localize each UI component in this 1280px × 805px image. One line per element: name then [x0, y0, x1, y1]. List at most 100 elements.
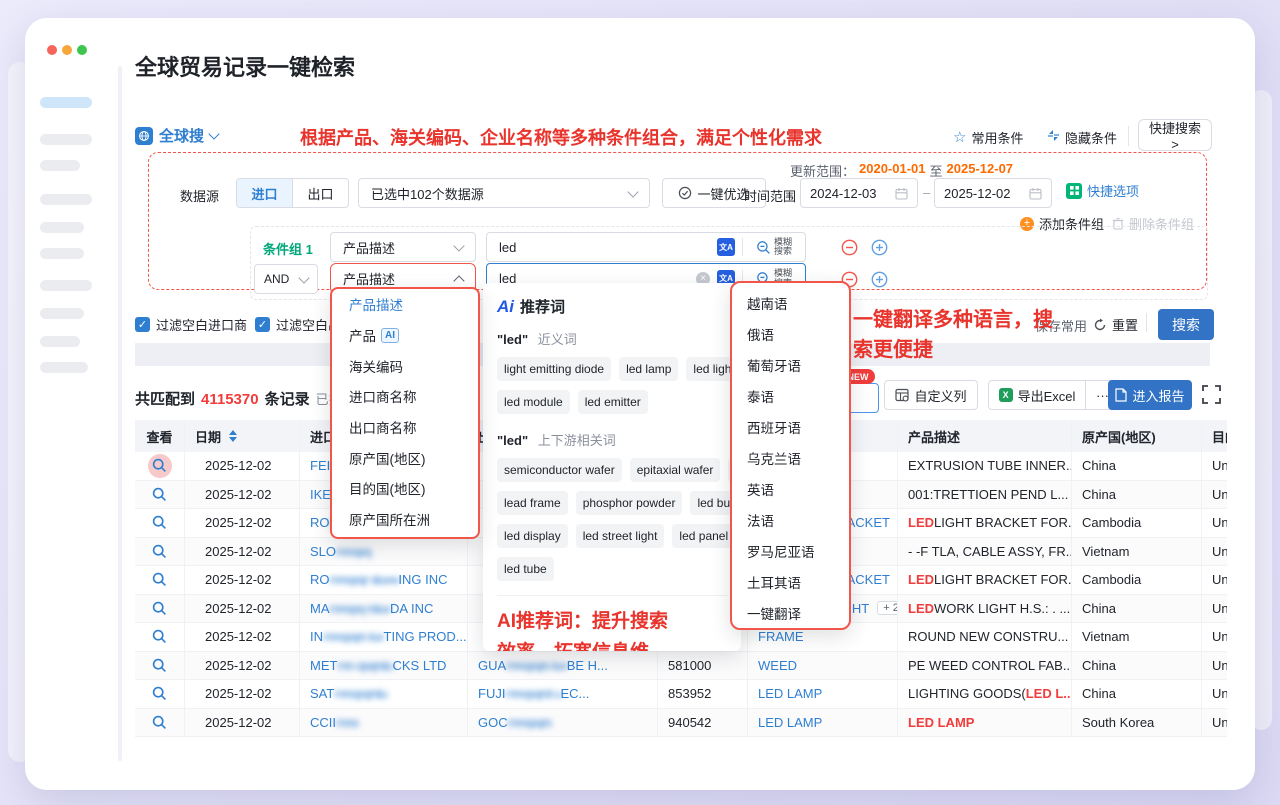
synonym-tag[interactable]: led lamp — [619, 357, 678, 381]
fullscreen-icon[interactable] — [1202, 385, 1221, 404]
related-tag[interactable]: semiconductor wafer — [497, 458, 622, 482]
hide-conditions-button[interactable]: 隐藏条件 — [1047, 128, 1117, 147]
keyword-link[interactable]: LED LAMP — [758, 686, 822, 701]
add-condition-icon[interactable] — [871, 271, 888, 288]
view-detail-icon[interactable] — [148, 625, 172, 649]
keyword-link[interactable]: WEED — [758, 658, 797, 673]
importer-link[interactable]: TING PROD... — [384, 629, 467, 644]
importer-link[interactable]: DA INC — [390, 601, 433, 616]
window-maximize-dot[interactable] — [77, 45, 87, 55]
related-tag[interactable]: led display — [497, 524, 568, 548]
exporter-link[interactable]: EC... — [561, 686, 590, 701]
importer-link[interactable]: RO — [310, 515, 330, 530]
sidebar-item-placeholder[interactable] — [40, 222, 84, 233]
reset-button[interactable]: 重置 — [1093, 315, 1138, 334]
language-menu-item-5[interactable]: 乌克兰语 — [732, 442, 849, 473]
remove-condition-icon[interactable] — [841, 239, 858, 256]
exporter-link[interactable]: GUA — [478, 658, 506, 673]
view-detail-icon[interactable] — [148, 653, 172, 677]
sidebar-item-placeholder[interactable] — [40, 194, 92, 205]
importer-link[interactable]: CCII — [310, 715, 336, 730]
field-menu-item-1[interactable]: 产品AI — [332, 320, 478, 351]
language-menu-item-10[interactable]: 一键翻译 — [732, 597, 849, 628]
importer-link[interactable]: CKS LTD — [393, 658, 447, 673]
related-tag[interactable]: led tube — [497, 557, 554, 581]
scope-selector[interactable]: 全球搜 — [135, 125, 218, 146]
import-tab[interactable]: 进口 — [237, 179, 292, 207]
importer-link[interactable]: RO — [310, 572, 330, 587]
keyword-link[interactable]: FRAME — [758, 629, 804, 644]
synonym-tag[interactable]: light emitting diode — [497, 357, 611, 381]
language-menu-item-1[interactable]: 俄语 — [732, 318, 849, 349]
date-from-input[interactable]: 2024-12-03 — [800, 178, 918, 208]
export-tab[interactable]: 出口 — [292, 179, 348, 207]
field-menu-item-2[interactable]: 海关编码 — [332, 350, 478, 381]
quick-options-button[interactable]: 快捷选项 — [1066, 181, 1139, 200]
fuzzy-search-toggle[interactable]: 模糊搜索 — [750, 238, 798, 257]
view-detail-icon[interactable] — [148, 568, 172, 592]
related-tag[interactable]: led street light — [576, 524, 665, 548]
view-detail-icon[interactable] — [148, 539, 172, 563]
filter-blank-importer-checkbox[interactable]: ✓ 过滤空白进口商 — [135, 315, 247, 334]
sidebar-item-placeholder[interactable] — [40, 280, 92, 291]
language-menu-item-9[interactable]: 土耳其语 — [732, 566, 849, 597]
sort-icon[interactable] — [229, 430, 237, 442]
sidebar-item-placeholder[interactable] — [40, 134, 92, 145]
view-detail-icon[interactable] — [148, 454, 172, 478]
datasource-select[interactable]: 已选中102个数据源 — [358, 178, 650, 208]
language-menu-item-4[interactable]: 西班牙语 — [732, 411, 849, 442]
sidebar-item-placeholder[interactable] — [40, 336, 80, 347]
keyword-input-1[interactable] — [499, 240, 710, 255]
field-menu-item-0[interactable]: 产品描述 — [332, 289, 478, 320]
translate-icon[interactable]: 文A — [717, 238, 735, 256]
view-detail-icon[interactable] — [148, 596, 172, 620]
sidebar-item-placeholder[interactable] — [40, 308, 84, 319]
sidebar-item-placeholder[interactable] — [40, 362, 88, 373]
importer-link[interactable]: ING INC — [398, 572, 447, 587]
window-minimize-dot[interactable] — [62, 45, 72, 55]
quick-search-button[interactable]: 快捷搜索 > — [1138, 119, 1212, 151]
window-close-dot[interactable] — [47, 45, 57, 55]
keyword-more-badge[interactable]: + 2 — [877, 601, 898, 615]
language-menu-item-3[interactable]: 泰语 — [732, 380, 849, 411]
view-detail-icon[interactable] — [148, 482, 172, 506]
language-menu-item-2[interactable]: 葡萄牙语 — [732, 349, 849, 380]
language-menu-item-0[interactable]: 越南语 — [732, 287, 849, 318]
importer-link[interactable]: IN — [310, 629, 323, 644]
search-button[interactable]: 搜索 — [1158, 309, 1214, 340]
exporter-link[interactable]: FUJI — [478, 686, 505, 701]
field-menu-item-3[interactable]: 进口商名称 — [332, 381, 478, 412]
sidebar-item-placeholder[interactable] — [40, 160, 80, 171]
exporter-link[interactable]: GOC — [478, 715, 508, 730]
exporter-link[interactable]: BE H... — [567, 658, 608, 673]
sidebar-item-active[interactable] — [40, 97, 92, 108]
field-menu-item-4[interactable]: 出口商名称 — [332, 412, 478, 443]
view-detail-icon[interactable] — [148, 710, 172, 734]
field-menu-item-7[interactable]: 原产国所在洲 — [332, 504, 478, 535]
related-tag[interactable]: lead frame — [497, 491, 568, 515]
importer-link[interactable]: SLO — [310, 544, 336, 559]
field-menu-item-6[interactable]: 目的国(地区) — [332, 473, 478, 504]
view-detail-icon[interactable] — [148, 511, 172, 535]
related-tag[interactable]: epitaxial wafer — [630, 458, 721, 482]
sidebar-item-placeholder[interactable] — [40, 248, 84, 259]
field-select-1[interactable]: 产品描述 — [330, 232, 476, 262]
importer-link[interactable]: MA — [310, 601, 330, 616]
language-menu-item-7[interactable]: 法语 — [732, 504, 849, 535]
synonym-tag[interactable]: led emitter — [578, 390, 648, 414]
importer-link[interactable]: IKE — [310, 487, 331, 502]
customize-columns-button[interactable]: 自定义列 — [884, 380, 978, 410]
export-excel-button[interactable]: X 导出Excel — [988, 380, 1086, 410]
enter-report-button[interactable]: 进入报告 — [1108, 380, 1192, 410]
keyword-link[interactable]: LED LAMP — [758, 715, 822, 730]
field-menu-item-5[interactable]: 原产国(地区) — [332, 442, 478, 473]
add-condition-icon[interactable] — [871, 239, 888, 256]
importer-link[interactable]: SAT — [310, 686, 334, 701]
importer-link[interactable]: MET — [310, 658, 337, 673]
language-menu-item-6[interactable]: 英语 — [732, 473, 849, 504]
related-tag[interactable]: phosphor powder — [576, 491, 683, 515]
importer-link[interactable]: FEI — [310, 458, 330, 473]
view-detail-icon[interactable] — [148, 682, 172, 706]
and-or-select[interactable]: AND — [254, 264, 318, 294]
favorite-conditions-button[interactable]: ☆ 常用条件 — [953, 128, 1023, 147]
